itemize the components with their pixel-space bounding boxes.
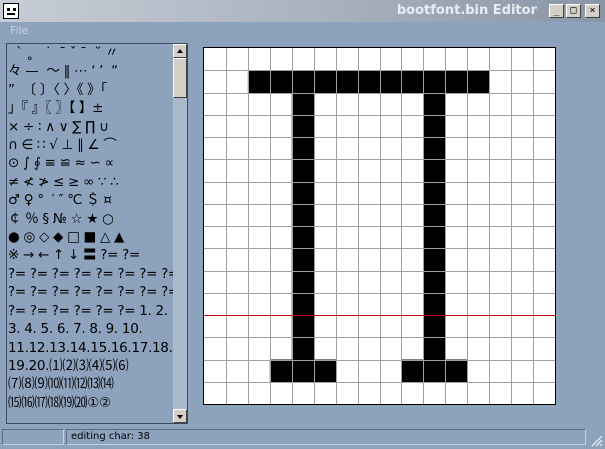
character-list-row[interactable]: ⒂⒃⒄⒅⒆⒇①② [8, 394, 173, 412]
character-list-row[interactable]: ♂ ♀ ° ′ ″ ℃ ＄ ¤ [8, 191, 173, 209]
glyph-pixel[interactable] [313, 70, 337, 93]
glyph-pixel[interactable] [445, 70, 468, 93]
bootfont-editor-window: bootfont.bin Editor _ □ × File ˋ ˳ ˙ ˉ ˇ… [0, 0, 605, 449]
glyph-pixel[interactable] [423, 181, 446, 205]
glyph-pixel[interactable] [423, 337, 446, 360]
glyph-pixel[interactable] [423, 70, 446, 93]
menu-bar: File [0, 22, 605, 40]
character-list-row[interactable]: ?= ?= ?= ?= ?= ?= ?= ?= [8, 283, 179, 301]
glyph-pixel[interactable] [423, 159, 446, 182]
resize-grip-icon[interactable] [591, 435, 603, 447]
glyph-pixel[interactable] [313, 359, 337, 383]
glyph-pixel[interactable] [291, 181, 315, 205]
glyph-pixel[interactable] [291, 137, 315, 160]
pixel-grid[interactable] [204, 48, 555, 404]
character-list-row[interactable]: ” 〔 〕〈 〉《 》「 [8, 81, 173, 99]
glyph-pixel[interactable] [291, 114, 315, 138]
title-bar[interactable]: bootfont.bin Editor _ □ × [0, 0, 605, 22]
glyph-pixel[interactable] [423, 270, 446, 294]
glyph-pixel[interactable] [291, 203, 315, 227]
glyph-pixel[interactable] [467, 70, 490, 93]
smiley-face-icon[interactable] [3, 3, 19, 19]
glyph-pixel[interactable] [423, 248, 446, 271]
character-list-row[interactable]: ≠ ≮ ≯ ≤ ≥ ∞ ∵ ∴ [8, 173, 173, 191]
glyph-editor-canvas[interactable] [203, 47, 556, 405]
character-list-row[interactable]: ?= ?= ?= ?= ?= ?= 1. 2. [8, 302, 173, 320]
glyph-pixel[interactable] [291, 337, 315, 360]
character-list[interactable]: ˋ ˳ ˙ ˉ ˇ ˉ ˘ 〃々 — ～ ‖ ⋯ ‘ ’ “” 〔 〕〈 〉《 … [6, 43, 188, 424]
glyph-pixel[interactable] [423, 92, 446, 116]
character-list-row[interactable]: × ÷ ∶ ∧ ∨ ∑ ∏ ∪ [8, 118, 173, 136]
glyph-pixel[interactable] [423, 226, 446, 249]
glyph-pixel[interactable] [335, 70, 359, 93]
character-list-row[interactable]: ⊙ ∫ ∮ ≡ ≌ ≈ ∽ ∝ [8, 154, 173, 172]
glyph-pixel[interactable] [291, 292, 315, 316]
glyph-pixel[interactable] [269, 359, 293, 383]
glyph-pixel[interactable] [423, 137, 446, 160]
scroll-up-arrow-icon[interactable] [173, 44, 187, 58]
character-list-row[interactable]: 3. 4. 5. 6. 7. 8. 9. 10. [8, 320, 173, 338]
minimize-button[interactable]: _ [549, 4, 564, 18]
glyph-pixel[interactable] [291, 70, 315, 93]
character-list-row[interactable]: 」『 』〖 〗【 】± [8, 99, 173, 117]
glyph-pixel[interactable] [423, 203, 446, 227]
character-list-row[interactable]: ￠ ％ § № ☆ ★ ○ [8, 210, 173, 228]
character-list-row[interactable]: ˋ ˳ ˙ ˉ ˇ ˉ ˘ 〃 [8, 44, 173, 62]
glyph-pixel[interactable] [291, 226, 315, 249]
menu-file[interactable]: File [10, 24, 28, 37]
glyph-pixel[interactable] [401, 359, 424, 383]
character-list-row[interactable]: ⑺⑻⑼⑽⑾⑿⒀⒁ [8, 375, 173, 393]
glyph-pixel[interactable] [401, 70, 424, 93]
glyph-pixel[interactable] [291, 92, 315, 116]
status-panel-left [2, 429, 64, 445]
close-button[interactable]: × [585, 4, 600, 18]
status-bar: editing char: 38 [0, 427, 605, 449]
status-panel-main: editing char: 38 [66, 429, 586, 445]
character-list-row[interactable]: ※ → ← ↑ ↓ 〓 ?= ?= [8, 246, 173, 264]
glyph-pixel[interactable] [423, 292, 446, 316]
glyph-pixel[interactable] [379, 70, 402, 93]
status-text: editing char: 38 [71, 431, 151, 442]
glyph-pixel[interactable] [357, 70, 380, 93]
character-list-row[interactable]: ∩ ∈ ∷ √ ⊥ ∥ ∠ ⌒ [8, 136, 173, 154]
character-list-row[interactable]: 々 — ～ ‖ ⋯ ‘ ’ “ [8, 62, 173, 80]
glyph-pixel[interactable] [291, 159, 315, 182]
glyph-pixel[interactable] [291, 359, 315, 383]
character-list-row[interactable]: 11.12.13.14.15.16.17.18. [8, 339, 173, 357]
glyph-pixel[interactable] [291, 248, 315, 271]
character-list-items[interactable]: ˋ ˳ ˙ ˉ ˇ ˉ ˘ 〃々 — ～ ‖ ⋯ ‘ ’ “” 〔 〕〈 〉《 … [8, 44, 179, 412]
glyph-pixel[interactable] [423, 359, 446, 383]
glyph-pixel[interactable] [269, 70, 293, 93]
glyph-pixel[interactable] [423, 114, 446, 138]
glyph-pixel[interactable] [445, 359, 468, 383]
window-title: bootfont.bin Editor [396, 3, 537, 18]
glyph-pixel[interactable] [423, 315, 446, 338]
character-list-row[interactable]: ● ◎ ◇ ◆ □ ■ △ ▲ [8, 228, 173, 246]
vertical-scrollbar[interactable] [173, 44, 187, 423]
character-list-row[interactable]: 19.20.⑴⑵⑶⑷⑸⑹ [8, 357, 173, 375]
glyph-pixel[interactable] [291, 270, 315, 294]
character-list-row[interactable]: ?= ?= ?= ?= ?= ?= ?= ?= [8, 265, 179, 283]
scroll-down-arrow-icon[interactable] [173, 409, 187, 423]
scrollbar-thumb[interactable] [173, 58, 187, 98]
glyph-pixel[interactable] [247, 70, 271, 93]
glyph-pixel[interactable] [291, 315, 315, 338]
maximize-button[interactable]: □ [566, 4, 581, 18]
